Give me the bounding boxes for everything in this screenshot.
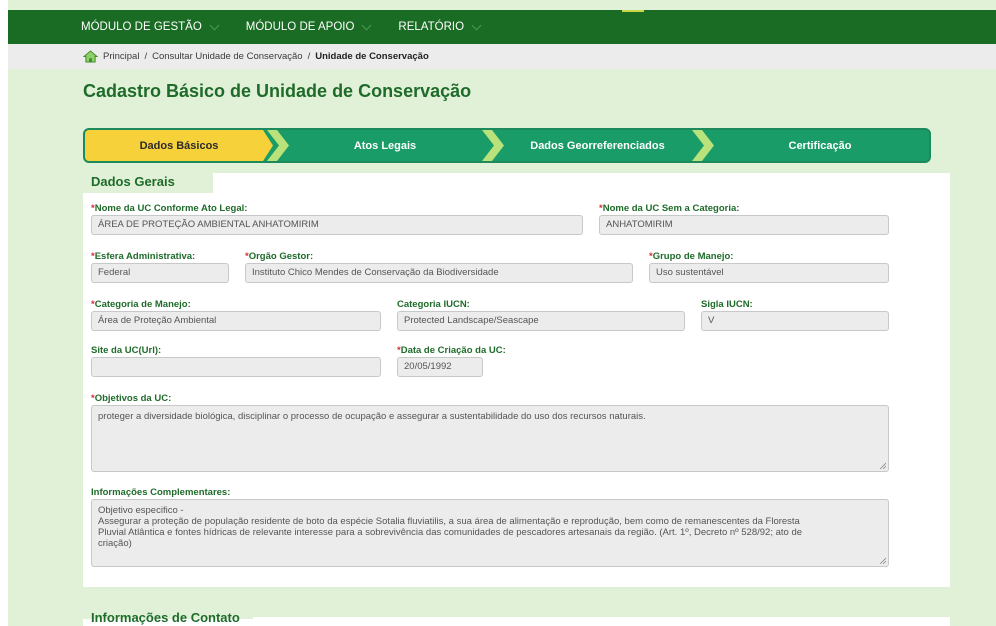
field-nome-sem-categoria[interactable]: ANHATOMIRIM bbox=[599, 215, 889, 235]
field-sigla-iucn[interactable]: V bbox=[701, 311, 889, 331]
chevron-down-icon bbox=[361, 20, 372, 31]
top-navigation-bar: MÓDULO DE GESTÃO MÓDULO DE APOIO RELATÓR… bbox=[8, 10, 996, 44]
label-text: Orgão Gestor: bbox=[248, 251, 314, 262]
label-nome-sem-categoria: *Nome da UC Sem a Categoria: bbox=[599, 203, 739, 214]
label-categoria: *Categoria de Manejo: bbox=[91, 299, 191, 310]
section-title-dados-gerais: Dados Gerais bbox=[91, 174, 175, 189]
breadcrumb-principal[interactable]: Principal bbox=[103, 51, 139, 62]
field-grupo[interactable]: Uso sustentável bbox=[649, 263, 889, 283]
label-orgao: *Orgão Gestor: bbox=[245, 251, 313, 262]
label-grupo: *Grupo de Manejo: bbox=[649, 251, 733, 262]
label-categoria-iucn: Categoria IUCN: bbox=[397, 299, 470, 310]
accent-line bbox=[622, 10, 644, 12]
field-categoria-iucn[interactable]: Protected Landscape/Seascape bbox=[397, 311, 685, 331]
step-dados-georreferenciados[interactable]: Dados Georreferenciados bbox=[495, 130, 700, 161]
menu-label: RELATÓRIO bbox=[398, 21, 465, 33]
textarea-line: criação) bbox=[98, 538, 132, 549]
menu-label: MÓDULO DE APOIO bbox=[245, 21, 355, 33]
step-label: Dados Básicos bbox=[139, 139, 219, 152]
menu-relatorio[interactable]: RELATÓRIO bbox=[398, 20, 482, 33]
label-data-criacao: *Data de Criação da UC: bbox=[397, 345, 506, 356]
step-label: Dados Georreferenciados bbox=[530, 139, 665, 152]
step-dados-basicos[interactable]: Dados Básicos bbox=[85, 130, 273, 161]
field-nome-uc[interactable]: ÁREA DE PROTEÇÃO AMBIENTAL ANHATOMIRIM bbox=[91, 215, 583, 235]
step-certificacao[interactable]: Certificação bbox=[710, 130, 929, 161]
label-text: Nome da UC Conforme Ato Legal: bbox=[94, 203, 248, 214]
chevron-down-icon bbox=[209, 20, 220, 31]
textarea-info-complementares[interactable]: Objetivo especifico - Assegurar a proteç… bbox=[91, 499, 889, 567]
step-atos-legais[interactable]: Atos Legais bbox=[285, 130, 485, 161]
menu-label: MÓDULO DE GESTÃO bbox=[81, 21, 202, 33]
textarea-line: Pluvial Atlântica e fontes hídricas de r… bbox=[98, 527, 803, 538]
field-site[interactable] bbox=[91, 357, 381, 377]
label-esfera: *Esfera Administrativa: bbox=[91, 251, 195, 262]
label-text: Data de Criação da UC: bbox=[400, 345, 506, 356]
label-info-complementares: Informações Complementares: bbox=[91, 487, 231, 498]
resize-handle-icon[interactable] bbox=[879, 462, 886, 469]
menu-modulo-gestao[interactable]: MÓDULO DE GESTÃO bbox=[81, 20, 220, 33]
label-text: Categoria de Manejo: bbox=[94, 299, 191, 310]
textarea-text: proteger a diversidade biológica, discip… bbox=[98, 411, 646, 422]
label-text: Esfera Administrativa: bbox=[94, 251, 196, 262]
breadcrumb-separator: / bbox=[307, 51, 311, 62]
field-categoria[interactable]: Área de Proteção Ambiental bbox=[91, 311, 381, 331]
textarea-line: Assegurar a proteção de população reside… bbox=[98, 516, 800, 527]
field-data-criacao[interactable]: 20/05/1992 bbox=[397, 357, 483, 377]
textarea-line: Objetivo especifico - bbox=[98, 505, 184, 516]
label-nome-uc: *Nome da UC Conforme Ato Legal: bbox=[91, 203, 247, 214]
step-label: Atos Legais bbox=[353, 139, 417, 152]
breadcrumb-current: Unidade de Conservação bbox=[315, 51, 429, 62]
label-text: Grupo de Manejo: bbox=[652, 251, 734, 262]
textarea-objetivos[interactable]: proteger a diversidade biológica, discip… bbox=[91, 405, 889, 472]
page-title: Cadastro Básico de Unidade de Conservaçã… bbox=[83, 81, 472, 101]
home-icon[interactable] bbox=[83, 50, 98, 63]
label-sigla-iucn: Sigla IUCN: bbox=[701, 299, 753, 310]
label-objetivos: *Objetivos da UC: bbox=[91, 393, 171, 404]
breadcrumb-consultar[interactable]: Consultar Unidade de Conservação bbox=[152, 51, 303, 62]
breadcrumb-separator: / bbox=[144, 51, 148, 62]
field-orgao[interactable]: Instituto Chico Mendes de Conservação da… bbox=[245, 263, 633, 283]
field-esfera[interactable]: Federal bbox=[91, 263, 229, 283]
label-site: Site da UC(Url): bbox=[91, 345, 162, 356]
section-title-contato: Informações de Contato bbox=[91, 610, 240, 625]
menu-modulo-apoio[interactable]: MÓDULO DE APOIO bbox=[245, 20, 372, 33]
label-text: Objetivos da UC: bbox=[94, 393, 172, 404]
step-label: Certificação bbox=[788, 139, 852, 152]
wizard-steps: Dados Básicos Atos Legais Dados Georrefe… bbox=[83, 128, 931, 163]
breadcrumb: Principal / Consultar Unidade de Conserv… bbox=[8, 44, 996, 69]
chevron-down-icon bbox=[471, 20, 482, 31]
label-text: Nome da UC Sem a Categoria: bbox=[602, 203, 740, 214]
resize-handle-icon[interactable] bbox=[879, 557, 886, 564]
